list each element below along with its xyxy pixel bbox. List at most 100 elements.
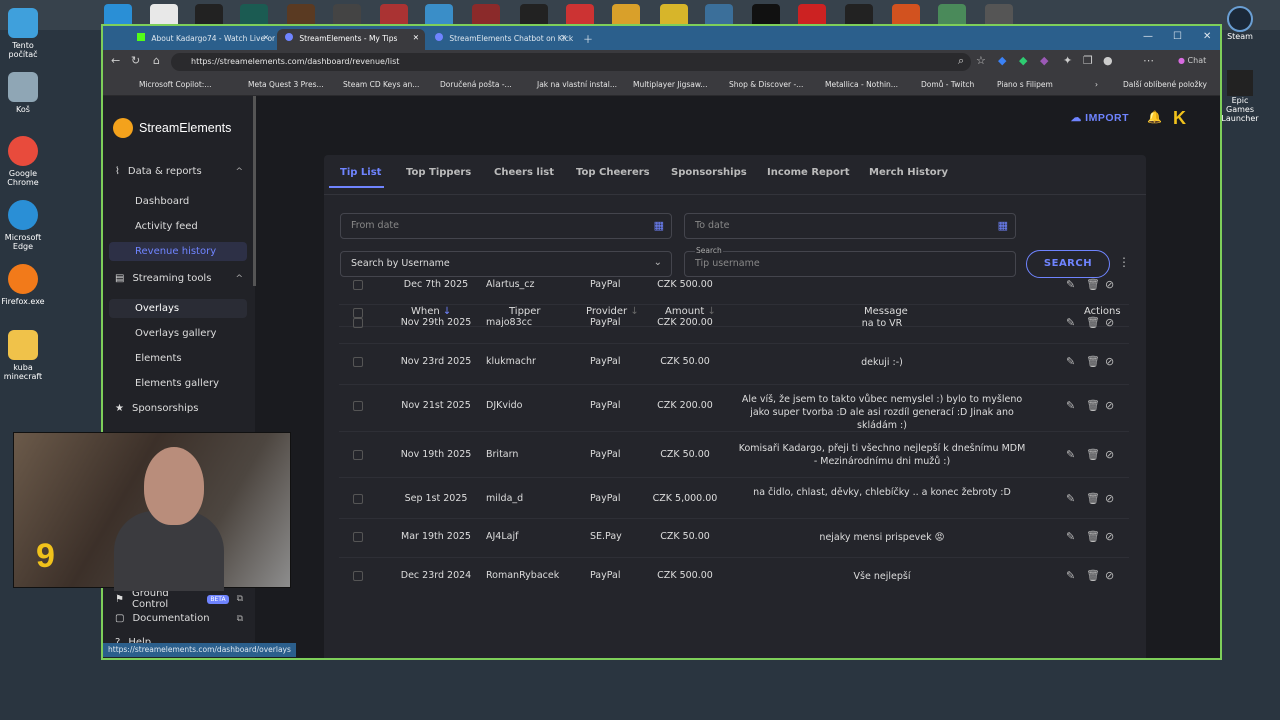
select-all-checkbox[interactable] xyxy=(353,308,363,318)
profile-icon[interactable]: ● xyxy=(1103,54,1113,67)
tab-tip-list[interactable]: Tip List xyxy=(340,167,381,178)
browser-tab-streamelements[interactable]: StreamElements - My Tips ✕ xyxy=(277,29,425,50)
sidebar-item-elements-gallery[interactable]: Elements gallery xyxy=(109,374,247,393)
tab-cheers-list[interactable]: Cheers list xyxy=(494,167,554,178)
bookmarks-overflow-icon[interactable]: › xyxy=(1095,80,1098,89)
search-by-select[interactable]: Search by Username ⌄ xyxy=(340,251,672,277)
bookmark-item[interactable]: Domů - Twitch xyxy=(921,80,974,89)
extensions-puzzle-icon[interactable]: ✦ xyxy=(1063,54,1072,67)
block-icon[interactable]: ⊘ xyxy=(1105,355,1114,368)
tab-income-report[interactable]: Income Report xyxy=(767,167,850,178)
refresh-icon[interactable]: ↻ xyxy=(131,54,140,67)
row-checkbox[interactable] xyxy=(353,357,363,367)
row-checkbox[interactable] xyxy=(353,571,363,581)
sidebar-item-overlays-gallery[interactable]: Overlays gallery xyxy=(109,324,247,343)
brand-logo[interactable]: StreamElements xyxy=(113,118,231,138)
avatar[interactable]: K xyxy=(1173,108,1193,130)
bookmark-item[interactable]: Doručená pošta -... xyxy=(440,80,512,89)
row-checkbox[interactable] xyxy=(353,318,363,328)
delete-icon[interactable]: 🗑 xyxy=(1086,492,1100,505)
desktop-icon-folder[interactable]: kuba minecraft xyxy=(0,330,46,381)
edit-icon[interactable]: ✎ xyxy=(1066,355,1075,368)
bookmark-item[interactable]: Multiplayer Jigsaw... xyxy=(633,80,707,89)
block-icon[interactable]: ⊘ xyxy=(1105,448,1114,461)
sidebar-item-revenue-history[interactable]: Revenue history xyxy=(109,242,247,261)
desktop-icon-epic[interactable]: Epic Games Launcher xyxy=(1220,70,1260,123)
close-window-icon[interactable]: ✕ xyxy=(1203,31,1211,42)
browser-tab-kick[interactable]: About Kadargo74 - Watch Live on Kick ✕ xyxy=(129,29,275,50)
desktop-icon-recycle-bin[interactable]: Koš xyxy=(0,72,46,114)
desktop-icon-steam[interactable]: Steam xyxy=(1222,6,1258,41)
edit-icon[interactable]: ✎ xyxy=(1066,492,1075,505)
sidebar-item-ground-control[interactable]: ⚑ Ground Control BETA ⧉ xyxy=(115,588,243,610)
column-header-provider[interactable]: Provider ↓ xyxy=(586,306,639,317)
to-date-field[interactable]: To date ▦ xyxy=(684,213,1016,239)
close-icon[interactable]: ✕ xyxy=(561,33,567,42)
extension-icon[interactable]: ◆ xyxy=(1040,54,1048,67)
notification-bell-icon[interactable]: 🔔 xyxy=(1147,110,1162,124)
column-header-amount[interactable]: Amount ↓ xyxy=(665,306,716,317)
close-icon[interactable]: ✕ xyxy=(263,33,269,42)
desktop-icon-edge[interactable]: Microsoft Edge xyxy=(0,200,46,251)
more-options-icon[interactable]: ⋮ xyxy=(1118,255,1130,269)
browser-tab-chatbot[interactable]: StreamElements Chatbot on Kick ✕ xyxy=(427,29,573,50)
delete-icon[interactable]: 🗑 xyxy=(1086,316,1100,329)
edit-icon[interactable]: ✎ xyxy=(1066,448,1075,461)
block-icon[interactable]: ⊘ xyxy=(1105,569,1114,582)
favorite-star-icon[interactable]: ☆ xyxy=(976,54,986,67)
delete-icon[interactable]: 🗑 xyxy=(1086,448,1100,461)
desktop-icon-firefox[interactable]: Firefox.exe xyxy=(0,264,46,306)
row-checkbox[interactable] xyxy=(353,280,363,290)
tip-username-input[interactable]: Search Tip username xyxy=(684,246,1016,277)
other-bookmarks[interactable]: Další oblíbené položky xyxy=(1123,80,1207,89)
search-button[interactable]: SEARCH xyxy=(1026,250,1110,278)
sidebar-section-data-reports[interactable]: ⌇ Data & reports ^ xyxy=(115,166,243,177)
copilot-chat-button[interactable]: ● Chat xyxy=(1178,56,1206,65)
close-icon[interactable]: ✕ xyxy=(413,33,419,42)
zoom-icon[interactable]: ⌕ xyxy=(958,54,964,68)
desktop-icon-chrome[interactable]: Google Chrome xyxy=(0,136,46,187)
bookmark-item[interactable]: Meta Quest 3 Pres... xyxy=(248,80,324,89)
edit-icon[interactable]: ✎ xyxy=(1066,569,1075,582)
url-input[interactable]: https://streamelements.com/dashboard/rev… xyxy=(171,53,971,71)
minimize-icon[interactable]: — xyxy=(1143,31,1153,42)
block-icon[interactable]: ⊘ xyxy=(1105,492,1114,505)
from-date-field[interactable]: From date ▦ xyxy=(340,213,672,239)
edit-icon[interactable]: ✎ xyxy=(1066,278,1075,291)
block-icon[interactable]: ⊘ xyxy=(1105,399,1114,412)
bookmark-item[interactable]: Steam CD Keys an... xyxy=(343,80,419,89)
row-checkbox[interactable] xyxy=(353,494,363,504)
calendar-icon[interactable]: ▦ xyxy=(998,219,1008,232)
edit-icon[interactable]: ✎ xyxy=(1066,530,1075,543)
delete-icon[interactable]: 🗑 xyxy=(1086,399,1100,412)
new-tab-icon[interactable]: ＋ xyxy=(583,31,593,46)
delete-icon[interactable]: 🗑 xyxy=(1086,355,1100,368)
sidebar-section-sponsorships[interactable]: ★ Sponsorships xyxy=(115,403,243,414)
sidebar-item-activity-feed[interactable]: Activity feed xyxy=(109,217,247,236)
sidebar-item-documentation[interactable]: ▢ Documentation ⧉ xyxy=(115,613,243,624)
extension-icon[interactable]: ◆ xyxy=(998,54,1006,67)
row-checkbox[interactable] xyxy=(353,450,363,460)
block-icon[interactable]: ⊘ xyxy=(1105,316,1114,329)
delete-icon[interactable]: 🗑 xyxy=(1086,530,1100,543)
collections-icon[interactable]: ❐ xyxy=(1083,54,1093,67)
edit-icon[interactable]: ✎ xyxy=(1066,316,1075,329)
maximize-icon[interactable]: ☐ xyxy=(1173,31,1182,42)
back-icon[interactable]: ← xyxy=(111,54,120,67)
row-checkbox[interactable] xyxy=(353,401,363,411)
sidebar-item-elements[interactable]: Elements xyxy=(109,349,247,368)
tab-top-cheerers[interactable]: Top Cheerers xyxy=(576,167,650,178)
bookmark-item[interactable]: Piano s Filipem xyxy=(997,80,1053,89)
bookmark-item[interactable]: Shop & Discover -... xyxy=(729,80,803,89)
delete-icon[interactable]: 🗑 xyxy=(1086,569,1100,582)
calendar-icon[interactable]: ▦ xyxy=(654,219,664,232)
bookmark-item[interactable]: Jak na vlastní instal... xyxy=(537,80,617,89)
sidebar-item-overlays[interactable]: Overlays xyxy=(109,299,247,318)
edit-icon[interactable]: ✎ xyxy=(1066,399,1075,412)
home-icon[interactable]: ⌂ xyxy=(153,54,160,67)
block-icon[interactable]: ⊘ xyxy=(1105,530,1114,543)
tab-sponsorships[interactable]: Sponsorships xyxy=(671,167,747,178)
column-header-when[interactable]: When ↓ xyxy=(411,306,451,317)
delete-icon[interactable]: 🗑 xyxy=(1086,278,1100,291)
block-icon[interactable]: ⊘ xyxy=(1105,278,1114,291)
